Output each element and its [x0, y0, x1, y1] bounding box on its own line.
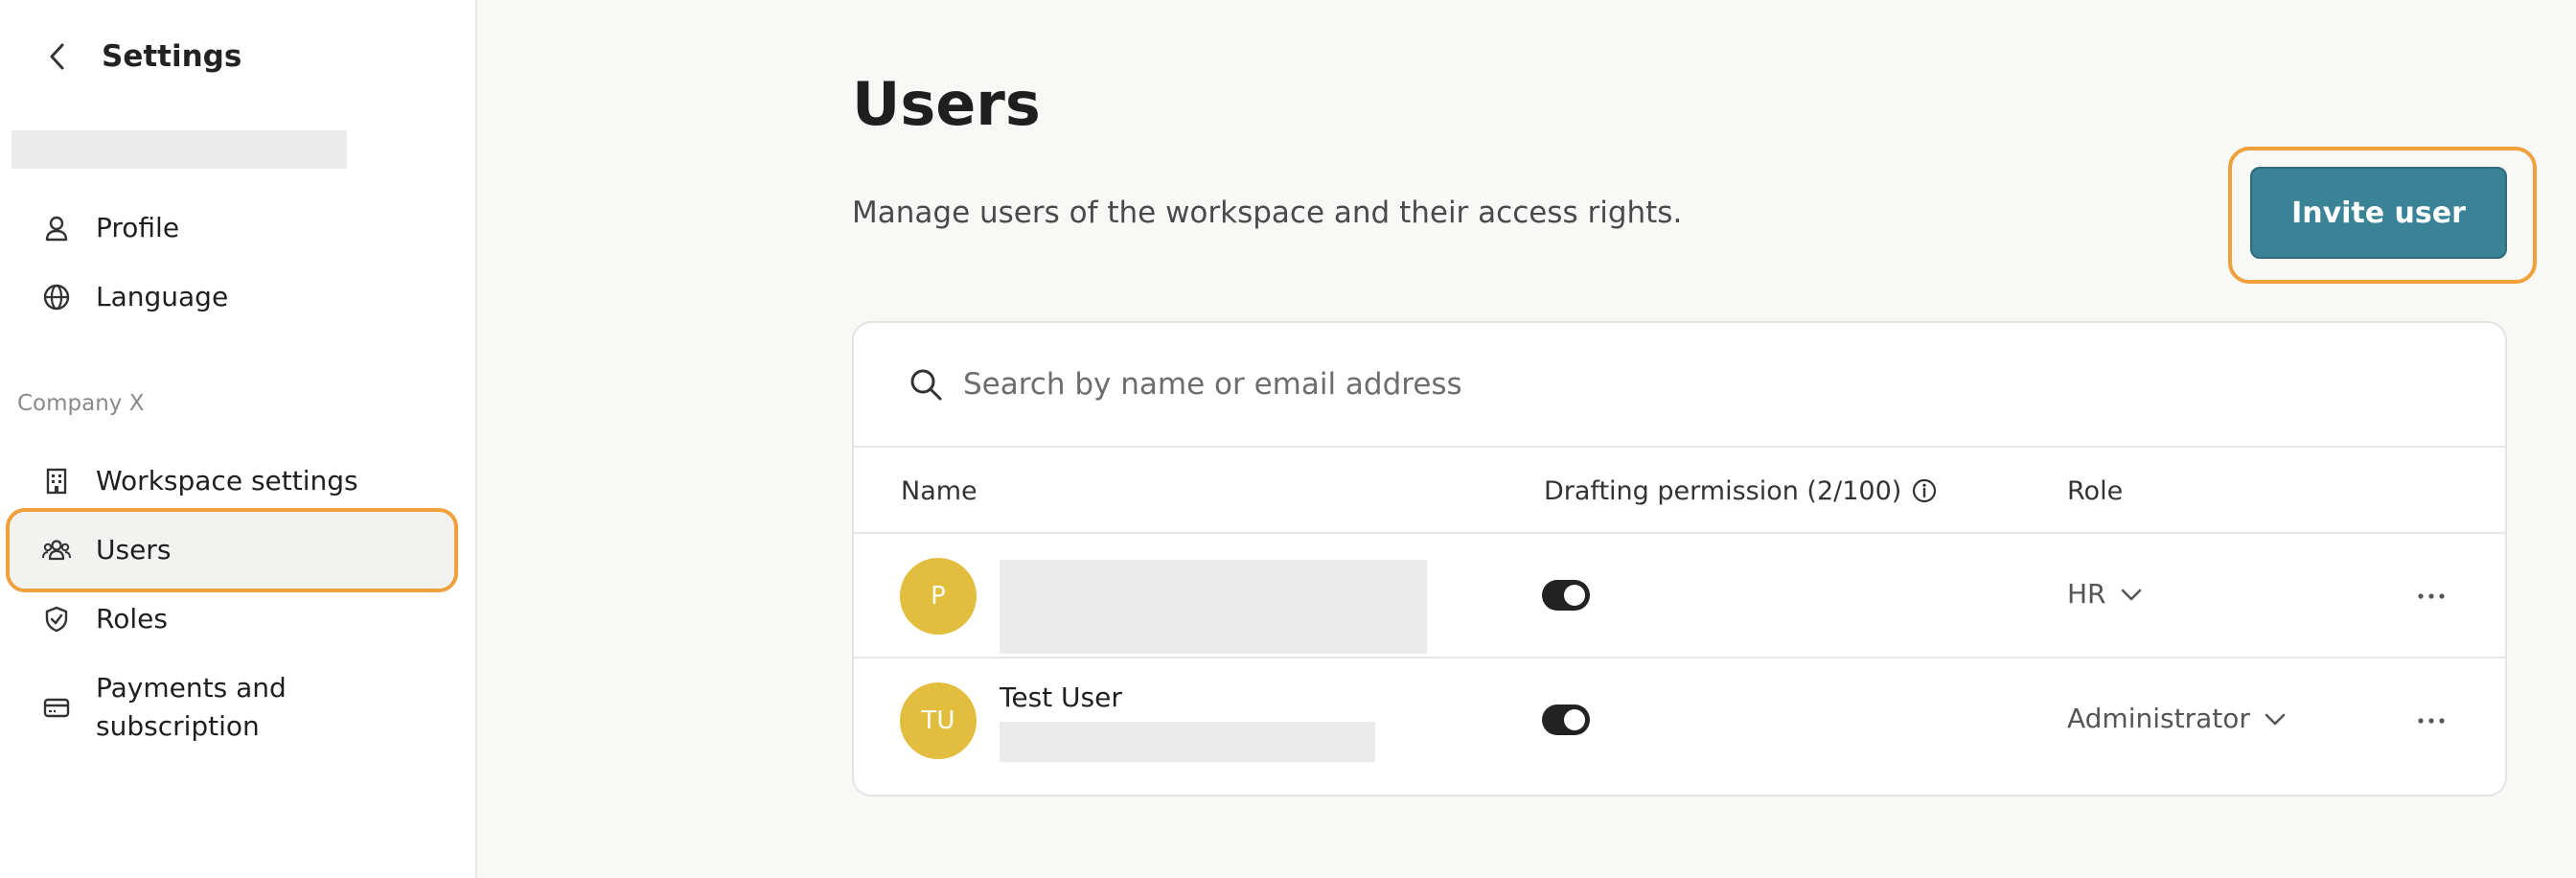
page-description: Manage users of the workspace and their …	[852, 196, 1683, 230]
more-horizontal-icon	[2418, 593, 2445, 599]
sidebar-item-roles[interactable]: Roles	[10, 581, 454, 658]
sidebar-item-workspace-settings[interactable]: Workspace settings	[10, 443, 454, 520]
column-header-name: Name	[901, 475, 978, 506]
sidebar-header: Settings	[38, 33, 242, 81]
users-icon	[40, 534, 73, 566]
settings-sidebar: Settings Profile Language Company X Work…	[0, 0, 477, 878]
sidebar-title: Settings	[102, 39, 242, 74]
search-icon	[910, 369, 942, 401]
sidebar-item-label: Workspace settings	[96, 465, 358, 497]
role-value: HR	[2067, 578, 2106, 610]
sidebar-item-language[interactable]: Language	[10, 259, 454, 335]
sidebar-item-users[interactable]: Users	[6, 508, 458, 592]
invite-user-button[interactable]: Invite user	[2250, 167, 2507, 259]
row-more-button[interactable]	[2412, 582, 2450, 611]
table-row: P HR	[854, 534, 2505, 658]
column-header-role: Role	[2067, 475, 2124, 506]
sidebar-item-label: Roles	[96, 603, 168, 635]
user-name-placeholder	[1000, 560, 1427, 654]
table-header: Name Drafting permission (2/100) Role	[854, 448, 2505, 534]
sidebar-item-label: Profile	[96, 212, 180, 243]
toggle-knob	[1564, 585, 1585, 606]
chevron-left-icon	[50, 43, 64, 70]
sidebar-item-label: Language	[96, 281, 229, 312]
sidebar-item-profile[interactable]: Profile	[10, 190, 454, 266]
search-bar	[854, 323, 2505, 448]
chevron-down-icon	[2120, 587, 2143, 602]
drafting-permission-toggle[interactable]	[1542, 705, 1590, 735]
user-name: Test User	[1000, 682, 1122, 713]
info-icon[interactable]	[1911, 477, 1938, 504]
avatar: P	[900, 558, 977, 635]
sidebar-item-payments[interactable]: Payments and subscription	[10, 667, 454, 748]
role-select[interactable]: Administrator	[2067, 703, 2287, 734]
role-value: Administrator	[2067, 703, 2250, 734]
user-email-placeholder	[1000, 722, 1375, 762]
drafting-permission-toggle[interactable]	[1542, 580, 1590, 611]
column-header-drafting: Drafting permission (2/100)	[1544, 448, 1938, 534]
chevron-down-icon	[2264, 711, 2287, 727]
globe-icon	[40, 281, 73, 313]
column-header-drafting-label: Drafting permission (2/100)	[1544, 475, 1902, 506]
credit-card-icon	[40, 691, 73, 724]
users-table-card: Name Drafting permission (2/100) Role P …	[852, 321, 2507, 797]
more-horizontal-icon	[2418, 718, 2445, 724]
shield-check-icon	[40, 603, 73, 635]
toggle-knob	[1564, 709, 1585, 730]
search-input[interactable]	[963, 367, 2305, 402]
sidebar-item-label: Payments and subscription	[96, 672, 287, 742]
company-section-label: Company X	[17, 391, 145, 416]
role-select[interactable]: HR	[2067, 578, 2143, 610]
page-title: Users	[852, 69, 1041, 139]
workspace-name-placeholder	[12, 130, 347, 169]
building-icon	[40, 465, 73, 497]
back-button[interactable]	[38, 37, 77, 76]
sidebar-item-label: Users	[96, 534, 172, 566]
person-icon	[40, 212, 73, 244]
table-row: TU Test User Administrator	[854, 658, 2505, 783]
avatar: TU	[900, 682, 977, 759]
row-more-button[interactable]	[2412, 706, 2450, 735]
